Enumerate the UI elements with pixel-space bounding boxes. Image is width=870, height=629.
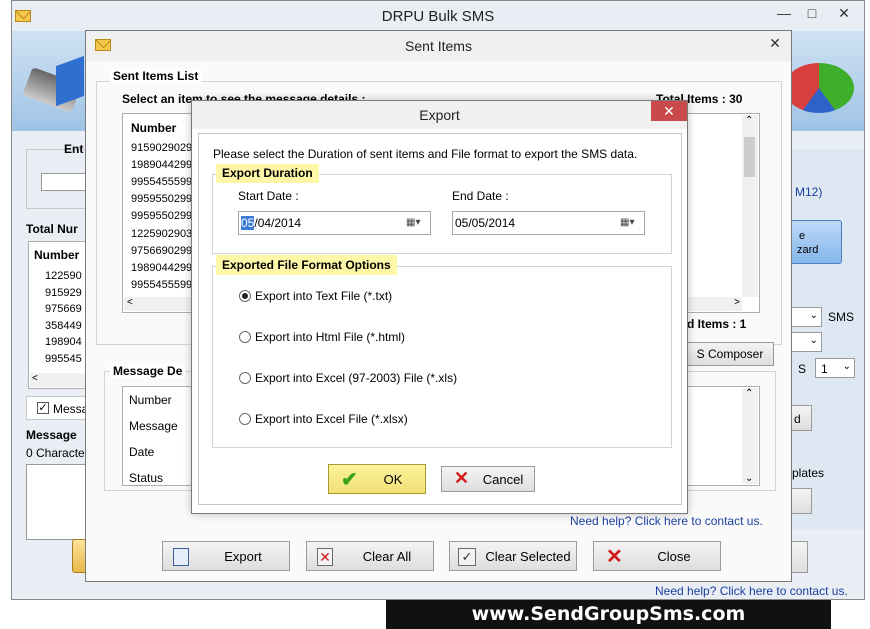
sent-item-row[interactable]: 9756690299 <box>131 245 193 257</box>
website-banner-text: www.SendGroupSms.com <box>471 603 746 625</box>
sent-items-titlebar: Sent Items ✕ <box>86 31 791 61</box>
ok-button[interactable]: ✔ OK <box>328 464 426 494</box>
sent-item-row[interactable]: 1989044299 <box>131 262 193 274</box>
end-date-label: End Date : <box>452 189 509 203</box>
start-date-calendar-icon[interactable]: ▦▾ <box>406 217 426 229</box>
export-label: Export <box>224 548 262 564</box>
start-date-rest: /04/2014 <box>254 216 302 230</box>
format-option-radio[interactable] <box>239 331 251 343</box>
clear-selected-icon: ✓ <box>458 548 476 566</box>
cancel-x-icon: ✕ <box>454 468 470 488</box>
messa-label: Messa <box>53 402 89 416</box>
plates-label: plates <box>792 466 825 480</box>
detail-number-label: Number <box>129 393 172 407</box>
enter-label: Ent <box>64 142 84 156</box>
export-close-button[interactable]: ✕ <box>651 101 687 121</box>
detail-status-label: Status <box>129 471 164 485</box>
start-date-picker[interactable]: 05/04/2014 ▦▾ <box>238 211 431 235</box>
format-option-radio[interactable] <box>239 290 251 302</box>
wizard-e-label: e <box>799 230 806 242</box>
ok-check-icon: ✔ <box>341 469 358 491</box>
total-numbers-label: Total Nur <box>26 222 78 236</box>
ok-label: OK <box>383 471 403 487</box>
close-window-button[interactable]: ✕ <box>828 3 860 23</box>
sent-help-link[interactable]: Need help? Click here to contact us. <box>570 514 763 528</box>
sent-table-vscroll[interactable]: ⌃ <box>742 115 758 297</box>
clear-selected-label: Clear Selected <box>485 548 571 564</box>
close-button[interactable]: ✕ Close <box>593 541 721 571</box>
maximize-button[interactable]: □ <box>798 3 826 23</box>
main-titlebar: DRPU Bulk SMS — □ ✕ <box>12 1 864 31</box>
detail-date-label: Date <box>129 445 155 459</box>
export-dialog: Export ✕ Please select the Duration of s… <box>191 100 688 514</box>
sent-item-row[interactable]: 9959550299 <box>131 193 193 205</box>
numbers-list-header: Number <box>34 248 80 262</box>
export-icon <box>173 548 189 566</box>
m12-label: M12) <box>795 185 823 199</box>
export-instruction: Please select the Duration of sent items… <box>213 147 638 161</box>
cancel-label: Cancel <box>482 471 524 487</box>
export-title: Export <box>419 107 460 123</box>
s-value-dropdown[interactable]: 1 ⌄ <box>815 358 855 378</box>
cancel-button[interactable]: ✕ Cancel <box>441 466 535 492</box>
clear-all-button[interactable]: ✕ Clear All <box>306 541 434 571</box>
sent-items-close-button[interactable]: ✕ <box>761 33 789 53</box>
main-title: DRPU Bulk SMS <box>381 8 495 25</box>
sms-composer-label: S Composer <box>696 347 764 361</box>
clear-all-label: Clear All <box>362 548 412 564</box>
right-d-label: d <box>794 412 801 426</box>
minimize-button[interactable]: — <box>770 3 798 23</box>
start-date-selected-part: 05 <box>241 216 255 230</box>
wizard-label: zard <box>797 244 819 256</box>
close-label: Close <box>657 548 691 564</box>
duration-title: Export Duration <box>216 164 319 183</box>
sent-item-row[interactable]: 9955455599 <box>131 279 193 291</box>
characters-count: 0 Characte <box>26 446 85 460</box>
details-vscroll[interactable]: ⌃ ⌄ <box>742 388 758 484</box>
format-option-radio[interactable] <box>239 372 251 384</box>
end-date-picker[interactable]: 05/05/2014 ▦▾ <box>452 211 645 235</box>
format-option-label[interactable]: Export into Excel (97-2003) File (*.xls) <box>255 371 457 385</box>
format-option-label[interactable]: Export into Html File (*.html) <box>255 330 405 344</box>
wizard-button[interactable]: e zard <box>786 220 842 264</box>
sent-item-row[interactable]: 1225902903 <box>131 228 193 240</box>
sent-list-group-title: Sent Items List <box>110 69 202 83</box>
selected-items-label: d Items : 1 <box>687 317 747 331</box>
message-label: Message <box>26 428 77 442</box>
s-label: S <box>798 362 807 376</box>
sms-label: SMS <box>828 310 855 324</box>
sent-item-row[interactable]: 9159029029 <box>131 142 193 154</box>
end-date-calendar-icon[interactable]: ▦▾ <box>620 217 640 229</box>
pie-chart-graphic-icon <box>784 63 854 113</box>
clear-selected-button[interactable]: ✓ Clear Selected <box>449 541 577 571</box>
format-option-radio[interactable] <box>239 413 251 425</box>
export-button[interactable]: Export <box>162 541 290 571</box>
clear-all-icon: ✕ <box>317 548 333 566</box>
messa-checkbox[interactable]: ✓ <box>37 402 49 414</box>
sms-composer-button[interactable]: S Composer <box>686 342 774 366</box>
format-option-label[interactable]: Export into Text File (*.txt) <box>255 289 392 303</box>
format-title: Exported File Format Options <box>216 255 397 275</box>
format-option-label[interactable]: Export into Excel File (*.xlsx) <box>255 412 408 426</box>
detail-message-label: Message <box>129 419 178 433</box>
sent-items-title: Sent Items <box>405 38 472 54</box>
start-date-label: Start Date : <box>238 189 299 203</box>
sent-items-number-header: Number <box>131 121 177 135</box>
website-banner: www.SendGroupSms.com <box>386 600 831 629</box>
main-help-link[interactable]: Need help? Click here to contact us. <box>655 584 848 598</box>
sent-item-row[interactable]: 9955455599 <box>131 176 193 188</box>
envelope-graphic-icon <box>56 55 84 107</box>
sent-item-row[interactable]: 1989044299 <box>131 159 193 171</box>
s-value: 1 <box>821 362 828 376</box>
close-x-icon: ✕ <box>606 546 623 568</box>
export-titlebar: Export ✕ <box>192 101 687 129</box>
sent-item-row[interactable]: 9959550299 <box>131 210 193 222</box>
message-details-title: Message De <box>110 364 186 378</box>
end-date-value: 05/05/2014 <box>455 216 516 230</box>
